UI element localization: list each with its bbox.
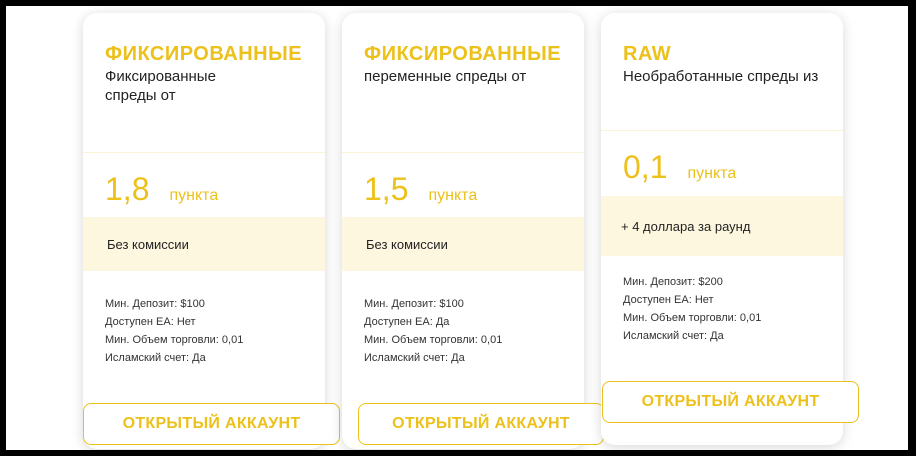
commission-band: + 4 доллара за раунд [601,196,843,256]
plan-card-header: ФИКСИРОВАННЫЕ переменные спреды от [342,13,584,86]
plan-details: Мин. Депозит: $100 Доступен EA: Да Мин. … [364,295,502,367]
plan-name: ФИКСИРОВАННЫЕ [105,43,303,65]
plan-card-fixed-variable: ФИКСИРОВАННЫЕ переменные спреды от 1,5 п… [342,13,584,449]
detail-islamic-account: Исламский счет: Да [105,352,206,364]
spread-row: 0,1 пункта [623,150,736,184]
spread-unit: пункта [687,165,737,182]
plan-card-header: ФИКСИРОВАННЫЕ Фиксированные спреды от [83,13,325,105]
detail-min-deposit: Мин. Депозит: $200 [623,276,723,288]
divider [342,152,584,153]
detail-islamic-account: Исламский счет: Да [364,352,465,364]
plan-details: Мин. Депозит: $200 Доступен EA: Нет Мин.… [623,273,761,345]
pricing-section: ФИКСИРОВАННЫЕ Фиксированные спреды от 1,… [6,6,908,450]
plan-name: ФИКСИРОВАННЫЕ [364,43,562,65]
divider [83,152,325,153]
detail-min-deposit: Мин. Депозит: $100 [364,298,464,310]
detail-min-volume: Мин. Объем торговли: 0,01 [623,312,762,324]
spread-unit: пункта [169,187,219,204]
detail-ea-available: Доступен EA: Да [364,316,450,328]
spread-row: 1,8 пункта [105,172,218,206]
spread-value: 0,1 [623,149,668,185]
detail-min-volume: Мин. Объем торговли: 0,01 [364,334,503,346]
open-account-button[interactable]: ОТКРЫТЫЙ АККАУНТ [358,403,604,445]
detail-islamic-account: Исламский счет: Да [623,330,724,342]
spread-row: 1,5 пункта [364,172,477,206]
divider [601,130,843,131]
spread-unit: пункта [428,187,478,204]
plan-description: переменные спреды от [364,68,527,85]
plan-card-fixed: ФИКСИРОВАННЫЕ Фиксированные спреды от 1,… [83,13,325,449]
commission-band: Без комиссии [342,217,584,271]
open-account-button[interactable]: ОТКРЫТЫЙ АККАУНТ [602,381,859,423]
spread-value: 1,5 [364,171,409,207]
plan-description: Фиксированные спреды от [105,68,216,104]
spread-value: 1,8 [105,171,150,207]
detail-min-deposit: Мин. Депозит: $100 [105,298,205,310]
open-account-button[interactable]: ОТКРЫТЫЙ АККАУНТ [83,403,340,445]
plan-card-header: RAW Необработанные спреды из [601,13,843,86]
detail-ea-available: Доступен EA: Нет [105,316,196,328]
plan-description: Необработанные спреды из [623,68,819,85]
commission-band: Без комиссии [83,217,325,271]
plan-details: Мин. Депозит: $100 Доступен EA: Нет Мин.… [105,295,243,367]
detail-min-volume: Мин. Объем торговли: 0,01 [105,334,244,346]
detail-ea-available: Доступен EA: Нет [623,294,714,306]
plan-name: RAW [623,43,672,65]
